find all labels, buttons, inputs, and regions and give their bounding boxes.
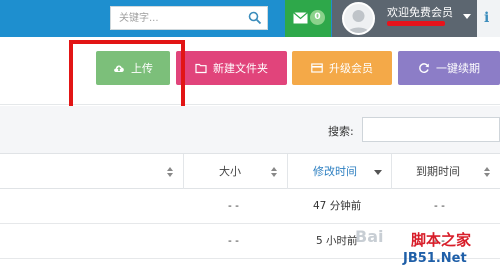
global-search-input[interactable]: [111, 7, 241, 29]
table-search-input[interactable]: [362, 117, 500, 142]
refresh-icon: [419, 63, 429, 73]
table-row[interactable]: - - 47 分钟前 - -: [0, 189, 500, 224]
new-folder-button[interactable]: 新建文件夹: [176, 51, 287, 85]
folder-icon: [195, 63, 207, 74]
upgrade-button[interactable]: 升级会员: [292, 51, 392, 85]
avatar: [342, 2, 375, 35]
cell-expires: - -: [434, 235, 445, 247]
info-icon: i: [484, 10, 490, 26]
user-menu[interactable]: 欢迎免费会员: [332, 0, 477, 37]
column-header-size[interactable]: 大小: [219, 154, 241, 189]
column-divider: [287, 154, 288, 189]
sort-icon[interactable]: [271, 167, 277, 177]
new-folder-label: 新建文件夹: [213, 62, 268, 75]
cell-size: - -: [228, 200, 239, 212]
envelope-icon: [293, 12, 308, 24]
global-search: [110, 6, 268, 30]
cell-modified: 47 分钟前: [313, 200, 362, 212]
chevron-down-icon[interactable]: [463, 14, 471, 19]
column-header-modified[interactable]: 修改时间: [313, 154, 357, 189]
redaction-mark: [387, 21, 445, 26]
sort-icon[interactable]: [167, 167, 173, 177]
table-search-bar: 搜索:: [0, 106, 500, 153]
cell-expires: - -: [434, 200, 445, 212]
column-header-expires[interactable]: 到期时间: [416, 154, 460, 189]
upgrade-label: 升级会员: [329, 62, 373, 75]
top-bar: 0 欢迎免费会员 i: [0, 0, 500, 37]
cell-modified: 5 小时前: [316, 235, 358, 247]
user-name: 欢迎免费会员: [387, 6, 453, 19]
column-divider: [183, 154, 184, 189]
renew-button[interactable]: 一键续期: [398, 51, 500, 85]
cell-size: - -: [228, 235, 239, 247]
table-header: 大小 修改时间 到期时间: [0, 153, 500, 189]
info-button[interactable]: i: [477, 0, 500, 37]
user-avatar-icon: [346, 10, 371, 33]
message-count-badge: 0: [310, 10, 325, 25]
card-icon: [311, 63, 323, 73]
table-row[interactable]: - - 5 小时前 - -: [0, 224, 500, 259]
renew-label: 一键续期: [436, 62, 480, 75]
table-search-label: 搜索:: [328, 125, 354, 138]
search-icon[interactable]: [248, 11, 262, 25]
column-divider: [391, 154, 392, 189]
sort-descending-icon[interactable]: [374, 170, 382, 175]
messages-button[interactable]: 0: [285, 0, 331, 37]
sort-icon[interactable]: [484, 167, 490, 177]
